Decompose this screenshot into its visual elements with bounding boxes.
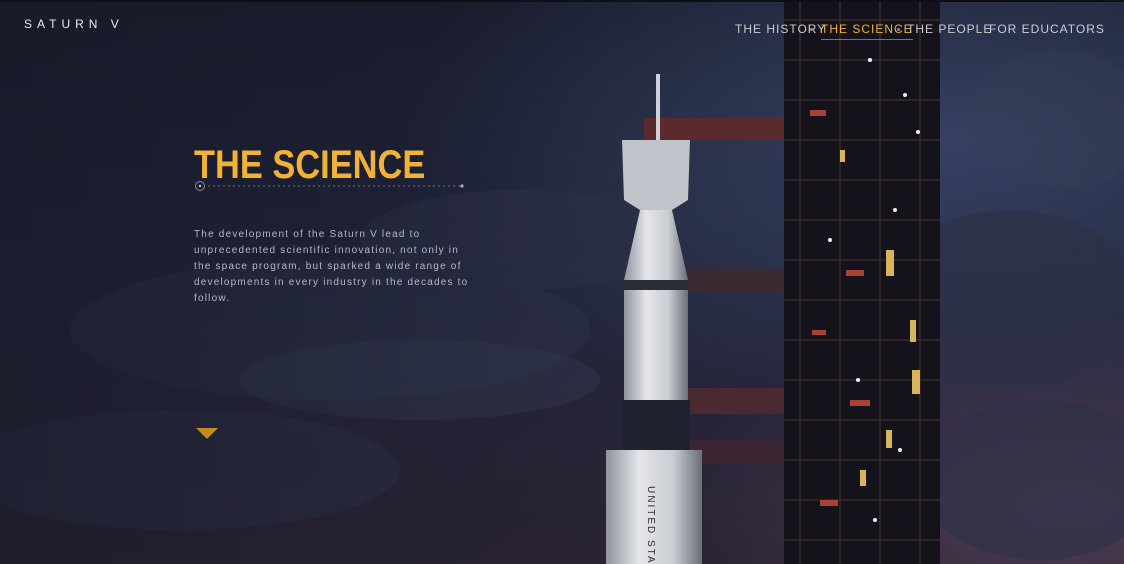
- nav-separator-dot: [810, 28, 813, 31]
- nav-the-people[interactable]: THE PEOPLE: [907, 20, 992, 38]
- nav-for-educators[interactable]: FOR EDUCATORS: [989, 20, 1105, 38]
- nav-separator-dot: [897, 28, 900, 31]
- rocket-lettering: UNITED STA: [645, 486, 656, 564]
- intro-paragraph: The development of the Saturn V lead to …: [194, 229, 469, 304]
- background-launch-scene: UNITED STA: [0, 0, 1124, 564]
- title-divider: [195, 181, 464, 191]
- top-edge: [0, 0, 1124, 2]
- chevron-down-icon[interactable]: [196, 428, 218, 440]
- main-nav: THE HISTORY THE SCIENCE THE PEOPLE FOR E…: [735, 20, 1124, 40]
- brand-logo[interactable]: SATURN V: [24, 16, 124, 32]
